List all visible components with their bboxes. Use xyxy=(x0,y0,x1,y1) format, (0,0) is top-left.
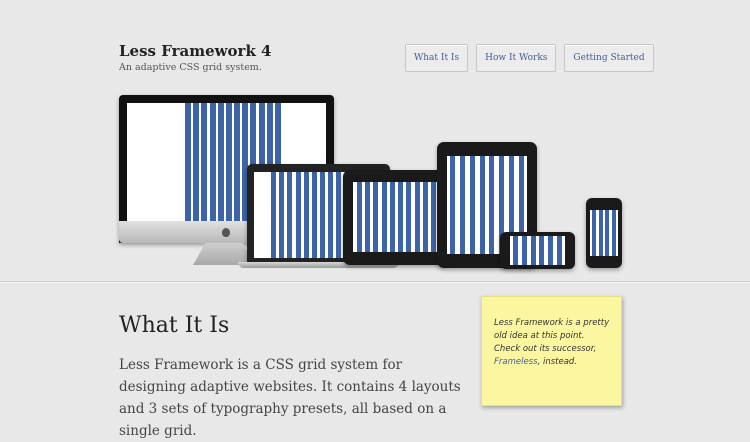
sticky-note-text: Less Framework is a pretty old idea at t… xyxy=(494,317,612,369)
nav-how-it-works[interactable]: How It Works xyxy=(476,44,557,72)
sticky-note-text-before: Less Framework is a pretty old idea at t… xyxy=(494,318,610,354)
site-tagline: An adaptive CSS grid system. xyxy=(119,62,262,73)
tablet-landscape-grid-bars xyxy=(357,182,436,252)
main-nav: What It Is How It Works Getting Started xyxy=(405,44,654,72)
phone-landscape-grid-bars xyxy=(513,236,562,265)
nav-what-it-is[interactable]: What It Is xyxy=(405,44,469,72)
apple-logo-icon xyxy=(222,228,230,237)
site-title: Less Framework 4 xyxy=(119,42,272,60)
section-title: What It Is xyxy=(119,313,230,338)
nav-getting-started[interactable]: Getting Started xyxy=(564,44,654,72)
tablet-landscape-device xyxy=(343,170,450,265)
sticky-note-text-after: , instead. xyxy=(537,357,578,367)
site-header: Less Framework 4 An adaptive CSS grid sy… xyxy=(119,42,272,73)
hero-devices-image xyxy=(0,90,750,280)
phone-portrait-grid-bars xyxy=(592,210,616,256)
section-text: Less Framework is a CSS grid system for … xyxy=(119,357,461,439)
phone-landscape-device xyxy=(500,232,575,269)
frameless-link[interactable]: Frameless xyxy=(494,357,538,367)
sticky-note: Less Framework is a pretty old idea at t… xyxy=(481,296,622,406)
section-divider xyxy=(0,281,750,283)
phone-portrait-device xyxy=(586,198,622,268)
